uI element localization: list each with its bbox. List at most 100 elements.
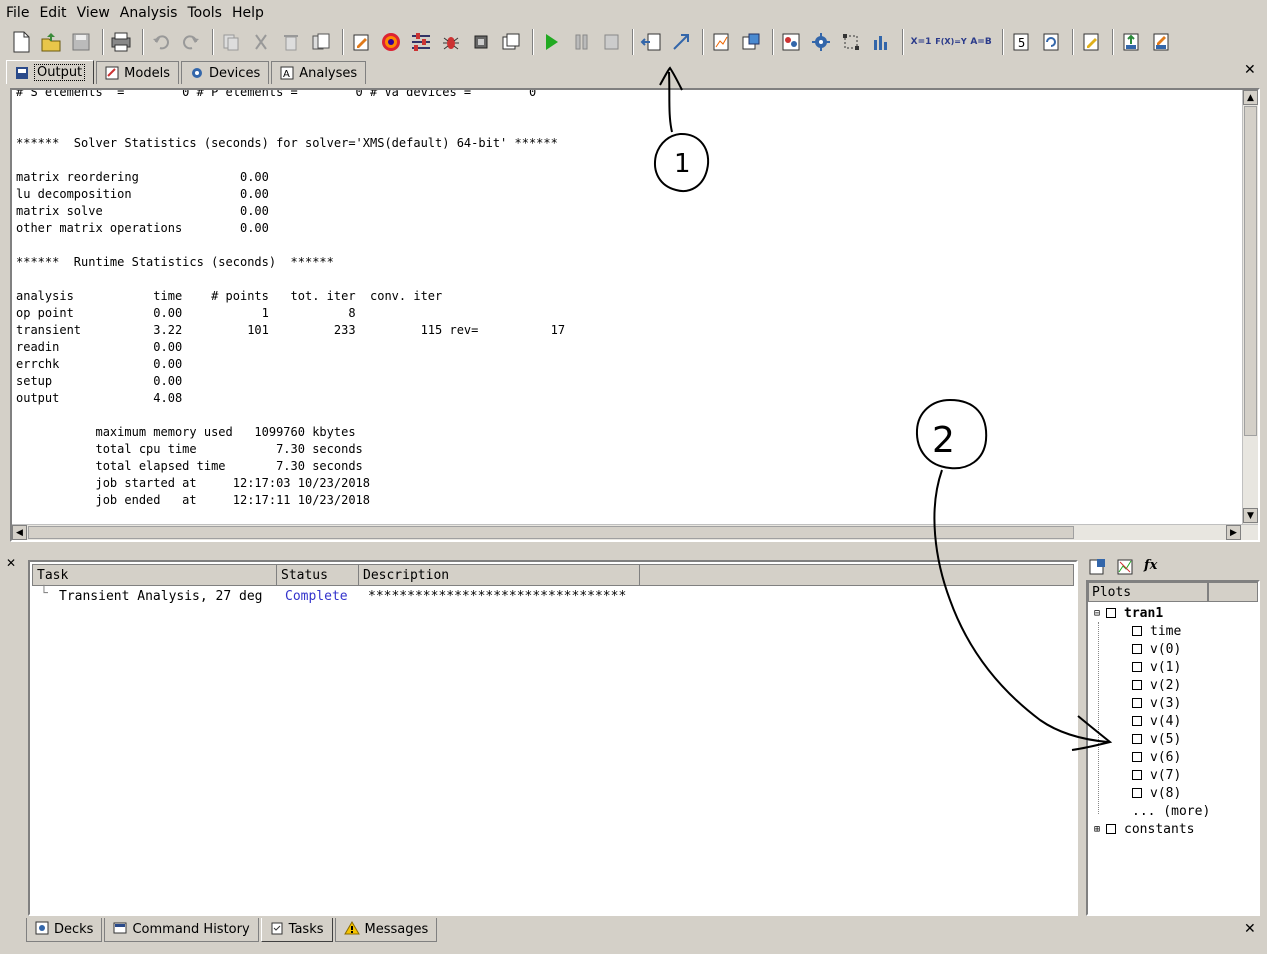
script-icon[interactable]: 5 — [1008, 29, 1034, 55]
menu-tools[interactable]: Tools — [187, 5, 222, 21]
plot-item[interactable]: v(8) — [1132, 784, 1181, 802]
bar-chart-icon[interactable] — [868, 29, 894, 55]
fx-icon[interactable]: fx — [1144, 558, 1157, 580]
scroll-down-icon[interactable]: ▼ — [1243, 508, 1258, 523]
assign-label: A=B — [970, 37, 992, 47]
checkbox[interactable] — [1132, 752, 1142, 762]
plot-chart-icon[interactable] — [1116, 558, 1134, 580]
copy-windows-icon[interactable] — [498, 29, 524, 55]
scroll-left-icon[interactable]: ◀ — [12, 525, 27, 540]
assign-icon[interactable]: A=B — [968, 29, 994, 55]
splitter[interactable] — [0, 546, 1267, 554]
scroll-right-icon[interactable]: ▶ — [1226, 525, 1241, 540]
plot-item[interactable]: v(3) — [1132, 694, 1181, 712]
edit-netlist-icon[interactable] — [1078, 29, 1104, 55]
plot-item[interactable]: v(6) — [1132, 748, 1181, 766]
output-horizontal-scrollbar[interactable]: ◀ ▶ — [12, 524, 1258, 540]
menu-edit[interactable]: Edit — [39, 5, 66, 21]
scroll-thumb[interactable] — [1244, 106, 1257, 436]
task-name: Transient Analysis, 27 deg — [59, 589, 263, 604]
plots-header[interactable]: Plots — [1088, 582, 1208, 602]
scroll-up-icon[interactable]: ▲ — [1243, 90, 1258, 105]
redo-icon[interactable] — [178, 29, 204, 55]
checkbox[interactable] — [1132, 680, 1142, 690]
plot-item[interactable]: v(7) — [1132, 766, 1181, 784]
raw-edit-icon[interactable] — [1148, 29, 1174, 55]
menu-view[interactable]: View — [77, 5, 110, 21]
color-wheel-icon[interactable] — [378, 29, 404, 55]
column-header-description[interactable]: Description — [358, 564, 640, 586]
undo-icon[interactable] — [148, 29, 174, 55]
plot-send-icon[interactable] — [738, 29, 764, 55]
function-icon[interactable]: F(X)=Y — [935, 29, 966, 55]
print-icon[interactable] — [108, 29, 134, 55]
stop-icon[interactable] — [598, 29, 624, 55]
column-header-task[interactable]: Task — [32, 564, 278, 586]
bug-icon[interactable] — [438, 29, 464, 55]
collapse-icon[interactable]: ⊟ — [1094, 608, 1100, 619]
checkbox[interactable] — [1132, 644, 1142, 654]
output-console[interactable]: # S elements = 0 # P elements = 0 # Va d… — [10, 88, 1260, 542]
pause-icon[interactable] — [568, 29, 594, 55]
plot-item[interactable]: v(1) — [1132, 658, 1181, 676]
chip-icon[interactable] — [468, 29, 494, 55]
delete-icon[interactable] — [278, 29, 304, 55]
tab-output[interactable]: Output — [6, 60, 95, 84]
schematic-icon[interactable] — [778, 29, 804, 55]
checkbox[interactable] — [1132, 626, 1142, 636]
measure-x-icon[interactable]: X=1 — [908, 29, 934, 55]
expand-icon[interactable]: ⊞ — [1094, 824, 1100, 835]
checkbox[interactable] — [1132, 662, 1142, 672]
run-icon[interactable] — [538, 29, 564, 55]
cut-icon[interactable] — [248, 29, 274, 55]
checkbox[interactable] — [1132, 788, 1142, 798]
tab-command-history[interactable]: Command History — [104, 918, 259, 942]
settings-chip-icon[interactable] — [808, 29, 834, 55]
column-header-status[interactable]: Status — [276, 564, 359, 586]
new-file-icon[interactable] — [8, 29, 34, 55]
menu-file[interactable]: File — [6, 5, 29, 21]
hscroll-thumb[interactable] — [28, 526, 1074, 539]
plot-item[interactable]: time — [1132, 622, 1181, 640]
tab-models[interactable]: Models — [96, 61, 179, 84]
menu-analysis[interactable]: Analysis — [120, 5, 178, 21]
tree-node-tran1[interactable]: ⊟ tran1 — [1094, 604, 1163, 622]
menu-help[interactable]: Help — [232, 5, 264, 21]
checkbox[interactable] — [1106, 608, 1117, 618]
table-row[interactable]: └ Transient Analysis, 27 deg Complete **… — [30, 586, 1076, 606]
tab-decks[interactable]: Decks — [26, 918, 103, 942]
checkbox[interactable] — [1132, 716, 1142, 726]
plot-item[interactable]: v(5) — [1132, 730, 1181, 748]
checkbox[interactable] — [1106, 824, 1117, 834]
save-icon[interactable] — [68, 29, 94, 55]
expand-icon[interactable] — [668, 29, 694, 55]
select-frame-icon[interactable] — [838, 29, 864, 55]
open-file-icon[interactable] — [38, 29, 64, 55]
more-item[interactable]: ... (more) — [1132, 802, 1210, 820]
checkbox[interactable] — [1132, 734, 1142, 744]
checkbox[interactable] — [1132, 698, 1142, 708]
plot-new-icon[interactable] — [708, 29, 734, 55]
plot-item[interactable]: v(0) — [1132, 640, 1181, 658]
plot-item[interactable]: v(2) — [1132, 676, 1181, 694]
tree-node-constants[interactable]: ⊞ constants — [1094, 820, 1194, 838]
close-tasks-panel-icon[interactable]: ✕ — [1244, 921, 1256, 937]
output-vertical-scrollbar[interactable]: ▲ ▼ — [1242, 90, 1258, 540]
sliders-icon[interactable] — [408, 29, 434, 55]
close-bottom-panel-icon[interactable]: ✕ — [6, 556, 16, 570]
refresh-icon[interactable] — [1038, 29, 1064, 55]
tab-devices[interactable]: Devices — [180, 61, 270, 84]
tab-analyses[interactable]: A Analyses — [271, 61, 367, 84]
checkbox[interactable] — [1132, 770, 1142, 780]
plot-item[interactable]: v(4) — [1132, 712, 1181, 730]
raw-upload-icon[interactable] — [1118, 29, 1144, 55]
tab-messages[interactable]: Messages — [334, 918, 438, 942]
import-icon[interactable] — [638, 29, 664, 55]
plots-tree[interactable]: Plots ⊟ tran1 time v(0) v(1) v(2) v(3) v(… — [1086, 580, 1260, 916]
edit-deck-icon[interactable] — [348, 29, 374, 55]
close-output-panel-icon[interactable]: ✕ — [1244, 62, 1256, 78]
copy-icon[interactable] — [218, 29, 244, 55]
plot-add-icon[interactable] — [1088, 558, 1106, 580]
paste-icon[interactable] — [308, 29, 334, 55]
tab-tasks[interactable]: Tasks — [260, 918, 333, 942]
